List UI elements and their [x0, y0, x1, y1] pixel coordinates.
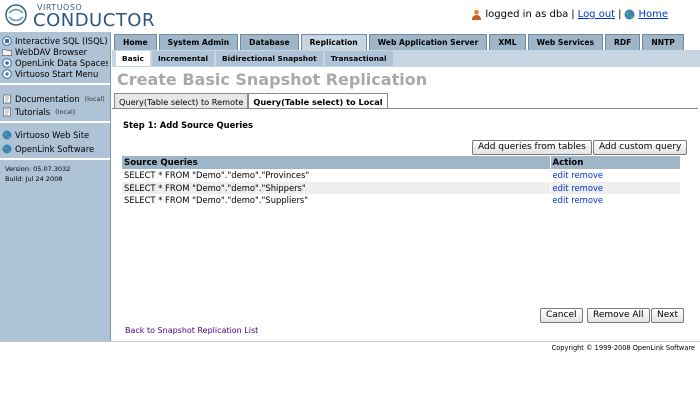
remove-link[interactable]: remove: [571, 170, 603, 180]
user-icon: [472, 9, 482, 20]
tab-replication[interactable]: Replication: [300, 34, 367, 50]
next-button[interactable]: Next: [651, 308, 684, 323]
tab-xml[interactable]: XML: [489, 34, 526, 50]
sidebar-group-links: Virtuoso Web Site OpenLink Software: [0, 123, 110, 160]
logo-big-text: CONDUCTOR: [33, 10, 155, 31]
table-row: SELECT * FROM "Demo"."demo"."Provinces" …: [122, 169, 680, 182]
build-text: Build: Jul 24 2008: [5, 175, 63, 183]
home-link[interactable]: Home: [638, 9, 668, 20]
sidebar-item-tutorials[interactable]: Tutorials (local): [2, 106, 108, 117]
add-queries-from-tables-button[interactable]: Add queries from tables: [472, 140, 592, 155]
tab-web-application-server[interactable]: Web Application Server: [368, 34, 488, 50]
folder-icon: [2, 48, 12, 56]
sidebar-item-label: Tutorials: [15, 106, 51, 117]
local-suffix: (local): [55, 107, 76, 116]
cancel-button[interactable]: Cancel: [540, 308, 583, 323]
main-tabs: Home System Admin Database Replication W…: [114, 34, 684, 50]
separator: |: [618, 9, 622, 20]
query-tabs: Query(Table select) to Remote Query(Tabl…: [114, 93, 388, 110]
globe-icon: [2, 144, 12, 153]
user-bar: logged in as dba | Log out | Home: [471, 9, 668, 20]
sidebar-group-docs: Documentation (local) Tutorials (local): [0, 85, 110, 123]
sidebar-item-dataspaces[interactable]: OpenLink Data Spaces: [2, 57, 108, 68]
globe-icon: [2, 130, 12, 139]
source-queries-table: Source Queries Action SELECT * FROM "Dem…: [122, 156, 680, 207]
logout-link[interactable]: Log out: [578, 9, 615, 20]
sidebar-item-label: WebDAV Browser: [15, 46, 88, 57]
sidebar-item-label: OpenLink Data Spaces: [15, 57, 108, 68]
edit-link[interactable]: edit: [553, 183, 569, 193]
sidebar-group-tools: Interactive SQL (ISQL) WebDAV Browser Op…: [0, 32, 110, 85]
subtab-transactional[interactable]: Transactional: [324, 51, 393, 66]
virtuoso-logo-icon: [5, 4, 27, 26]
column-header-source-queries: Source Queries: [122, 156, 550, 169]
table-header-row: Source Queries Action: [122, 156, 680, 169]
remove-all-button[interactable]: Remove All: [587, 308, 650, 323]
sidebar-item-label: Interactive SQL (ISQL): [15, 35, 108, 46]
sidebar-item-label: OpenLink Software: [15, 143, 95, 154]
tutorials-icon: [3, 107, 11, 116]
sidebar-item-label: Documentation: [15, 93, 80, 104]
start-menu-icon: [2, 68, 12, 79]
subtab-incremental[interactable]: Incremental: [151, 51, 215, 66]
sidebar-item-documentation[interactable]: Documentation (local): [2, 93, 108, 104]
action-cell: edit remove: [549, 181, 680, 194]
sub-tabs: Basic Incremental Bidirectional Snapshot…: [116, 51, 393, 66]
tab-web-services[interactable]: Web Services: [527, 34, 604, 50]
tab-query-to-remote[interactable]: Query(Table select) to Remote: [114, 93, 249, 109]
step-label: Step 1: Add Source Queries: [123, 120, 253, 130]
logged-in-text: logged in as dba: [485, 9, 569, 20]
isql-icon: [2, 35, 12, 46]
sidebar-item-start-menu[interactable]: Virtuoso Start Menu: [2, 68, 108, 79]
sidebar-item-virtuoso-site[interactable]: Virtuoso Web Site: [2, 129, 108, 140]
add-custom-query-button[interactable]: Add custom query: [593, 140, 688, 155]
home-globe-icon: [624, 9, 635, 20]
query-cell: SELECT * FROM "Demo"."demo"."Suppliers": [124, 195, 309, 206]
dataspaces-icon: [2, 57, 12, 68]
sidebar-item-webdav[interactable]: WebDAV Browser: [2, 46, 108, 57]
subtab-basic[interactable]: Basic: [116, 51, 150, 66]
edit-link[interactable]: edit: [553, 170, 569, 180]
column-header-action: Action: [549, 156, 680, 169]
table-row: SELECT * FROM "Demo"."demo"."Shippers" e…: [122, 181, 680, 194]
query-cell: SELECT * FROM "Demo"."demo"."Provinces": [124, 170, 310, 181]
edit-link[interactable]: edit: [553, 195, 569, 205]
subtab-bidirectional-snapshot[interactable]: Bidirectional Snapshot: [216, 51, 323, 66]
tab-nntp[interactable]: NNTP: [642, 34, 684, 50]
sidebar-item-label: Virtuoso Web Site: [15, 129, 90, 140]
virtuoso-logo[interactable]: VIRTUOSO CONDUCTOR: [5, 2, 154, 31]
back-to-snapshot-list-link[interactable]: Back to Snapshot Replication List: [125, 326, 258, 335]
tab-database[interactable]: Database: [240, 34, 299, 50]
table-row: SELECT * FROM "Demo"."demo"."Suppliers" …: [122, 194, 680, 207]
tab-home[interactable]: Home: [114, 34, 157, 50]
page-title: Create Basic Snapshot Replication: [117, 70, 428, 89]
remove-link[interactable]: remove: [571, 195, 603, 205]
copyright-text: Copyright © 1999-2008 OpenLink Software: [551, 344, 695, 352]
action-cell: edit remove: [549, 194, 680, 207]
version-text: Version: 05.07.3032: [5, 165, 71, 173]
tab-rdf[interactable]: RDF: [605, 34, 641, 50]
footer: Copyright © 1999-2008 OpenLink Software: [0, 341, 700, 400]
action-cell: edit remove: [549, 169, 680, 182]
local-suffix: (local): [84, 94, 105, 103]
separator: |: [571, 9, 575, 20]
content-panel: Step 1: Add Source Queries Add queries f…: [112, 108, 698, 340]
app-header: VIRTUOSO CONDUCTOR logged in as dba | Lo…: [0, 0, 700, 32]
tab-system-admin[interactable]: System Admin: [158, 34, 239, 50]
sidebar: Interactive SQL (ISQL) WebDAV Browser Op…: [0, 32, 111, 342]
docs-icon: [3, 94, 11, 103]
version-info: Version: 05.07.3032 Build: Jul 24 2008: [0, 160, 110, 188]
query-cell: SELECT * FROM "Demo"."demo"."Shippers": [122, 181, 550, 194]
sidebar-item-openlink-software[interactable]: OpenLink Software: [2, 143, 108, 154]
remove-link[interactable]: remove: [571, 183, 603, 193]
sidebar-item-label: Virtuoso Start Menu: [15, 68, 99, 79]
sidebar-item-isql[interactable]: Interactive SQL (ISQL): [2, 35, 108, 46]
